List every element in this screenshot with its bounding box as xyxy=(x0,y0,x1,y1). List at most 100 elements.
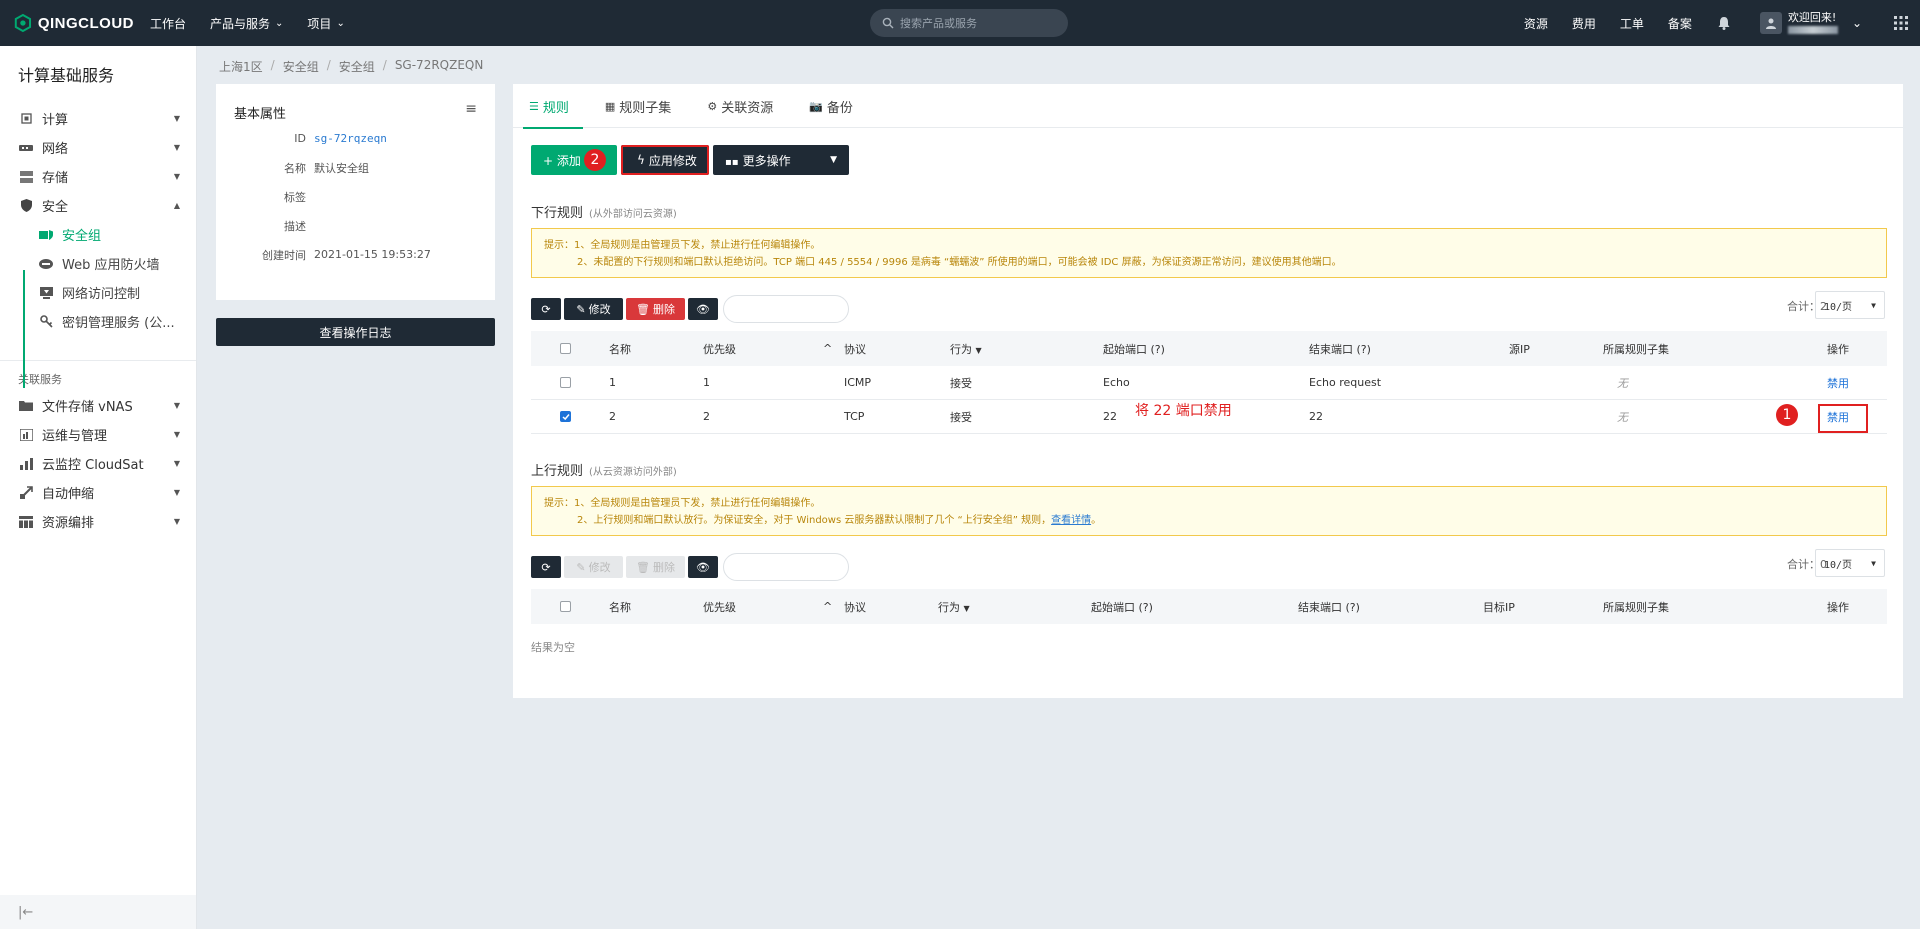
breadcrumb: 上海1区 / 安全组 / 安全组 / SG-72RQZEQN xyxy=(219,58,484,75)
toggle-columns-button[interactable]: 👁 xyxy=(688,298,718,320)
toggle-columns-button[interactable]: 👁 xyxy=(688,556,718,578)
step-badge-2: 2 xyxy=(584,149,606,171)
breadcrumb-security-group-2[interactable]: 安全组 xyxy=(339,58,375,75)
field-description: 描述 xyxy=(284,219,306,233)
more-actions-dropdown[interactable]: ▪▪ 更多操作 ▼ xyxy=(713,145,849,175)
tab-backup[interactable]: 📷 备份 xyxy=(809,84,853,128)
logo[interactable]: QINGCLOUD xyxy=(14,13,134,33)
tab-rules[interactable]: ☰ 规则 xyxy=(523,84,583,129)
sidebar-item-network-acl[interactable]: 网络访问控制 xyxy=(0,278,196,307)
add-rule-button[interactable]: + 添加 2 xyxy=(531,145,617,175)
caret-down-icon: ▼ xyxy=(173,459,180,468)
nav-products[interactable]: 产品与服务 ⌄ xyxy=(210,15,283,32)
empty-result-text: 结果为空 xyxy=(531,641,575,654)
sidebar-item-security[interactable]: 安全 ▲ xyxy=(0,191,196,220)
cpu-icon xyxy=(18,112,34,126)
user-menu[interactable]: 欢迎回来! ⌄ xyxy=(1759,11,1862,34)
tab-rule-subsets[interactable]: ▦ 规则子集 xyxy=(605,84,671,128)
sidebar-item-vnas[interactable]: 文件存储 vNAS ▼ xyxy=(0,391,196,420)
breadcrumb-zone[interactable]: 上海1区 xyxy=(219,58,263,75)
table-row[interactable]: 1 1 ICMP 接受 Echo Echo request 无 禁用 xyxy=(531,366,1887,400)
welcome-text: 欢迎回来! xyxy=(1787,11,1837,24)
trash-icon: 🗑 xyxy=(636,302,650,316)
collapse-sidebar-button[interactable]: |← xyxy=(0,895,196,929)
sidebar-item-autoscale[interactable]: 自动伸缩 ▼ xyxy=(0,478,196,507)
eye-icon: 👁 xyxy=(696,560,710,574)
delete-button[interactable]: 🗑 删除 xyxy=(626,298,685,320)
view-operation-log-button[interactable]: 查看操作日志 xyxy=(216,318,495,346)
nav-projects[interactable]: 项目 ⌄ xyxy=(307,15,344,32)
caret-down-icon: ▼ xyxy=(963,603,970,613)
field-tags: 标签 xyxy=(284,190,306,204)
firewall-icon xyxy=(38,257,54,271)
hamburger-menu-icon[interactable]: ≡ xyxy=(465,101,477,117)
link-tickets[interactable]: 工单 xyxy=(1620,15,1644,32)
tab-related-resources[interactable]: ⚙ 关联资源 xyxy=(707,84,773,128)
sidebar-item-network[interactable]: 网络 ▼ xyxy=(0,133,196,162)
refresh-button[interactable]: ⟳ xyxy=(531,298,561,320)
row-checkbox[interactable] xyxy=(560,377,571,388)
field-name: 名称 默认安全组 xyxy=(284,161,369,175)
sidebar-item-cloudsat[interactable]: 云监控 CloudSat ▼ xyxy=(0,449,196,478)
upstream-notice: 提示：1、全局规则是由管理员下发，禁止进行任何编辑操作。 2、上行规则和端口默认… xyxy=(531,486,1887,536)
page-size-select[interactable]: 10/页 ▼ xyxy=(1815,291,1885,319)
tab-bar: ☰ 规则 ▦ 规则子集 ⚙ 关联资源 📷 备份 xyxy=(513,84,1903,129)
upstream-toolbar: ⟳ ✎ 修改 🗑 删除 👁 xyxy=(531,553,849,581)
caret-down-icon: ▼ xyxy=(173,114,180,123)
filter-input[interactable] xyxy=(723,295,849,323)
caret-down-icon: ▼ xyxy=(173,488,180,497)
caret-down-icon: ▼ xyxy=(830,155,837,165)
filter-input[interactable] xyxy=(723,553,849,581)
chevron-down-icon: ⌄ xyxy=(275,17,284,29)
col-action[interactable]: 行为 ▼ xyxy=(938,599,970,615)
table-header: 名称 优先级 ^ 协议 行为 ▼ 起始端口 (?) 结束端口 (?) 源IP 所… xyxy=(531,331,1887,366)
sidebar-item-waf[interactable]: Web 应用防火墙 xyxy=(0,249,196,278)
sidebar-item-ops[interactable]: 运维与管理 ▼ xyxy=(0,420,196,449)
global-search[interactable] xyxy=(870,9,1068,37)
sidebar-item-orchestration[interactable]: 资源编排 ▼ xyxy=(0,507,196,536)
list-icon: ☰ xyxy=(529,99,539,113)
bell-icon[interactable] xyxy=(1716,15,1732,31)
table-header: 名称 优先级 ^ 协议 行为 ▼ 起始端口 (?) 结束端口 (?) 目标IP … xyxy=(531,589,1887,624)
sidebar-item-security-group[interactable]: 安全组 xyxy=(0,220,196,249)
link-billing[interactable]: 费用 xyxy=(1572,15,1596,32)
downstream-notice: 提示：1、全局规则是由管理员下发，禁止进行任何编辑操作。 2、未配置的下行规则和… xyxy=(531,228,1887,278)
caret-down-icon: ▼ xyxy=(975,345,982,355)
edit-button[interactable]: ✎ 修改 xyxy=(564,298,623,320)
select-all-checkbox[interactable] xyxy=(560,601,571,612)
refresh-button[interactable]: ⟳ xyxy=(531,556,561,578)
sidebar: 计算基础服务 计算 ▼ 网络 ▼ 存储 ▼ 安全 ▲ 安全组 Web 应用防火墙 网络访… xyxy=(0,46,197,929)
collapse-icon: |← xyxy=(18,904,34,920)
disable-rule-link[interactable]: 禁用 xyxy=(1827,375,1849,391)
refresh-icon: ⟳ xyxy=(541,302,551,316)
grid-small-icon: ▪▪ xyxy=(725,156,739,168)
page-size-select[interactable]: 10/页 ▼ xyxy=(1815,549,1885,577)
sidebar-item-compute[interactable]: 计算 ▼ xyxy=(0,104,196,133)
delete-button-disabled[interactable]: 🗑 删除 xyxy=(626,556,685,578)
edit-button-disabled[interactable]: ✎ 修改 xyxy=(564,556,623,578)
sidebar-item-storage[interactable]: 存储 ▼ xyxy=(0,162,196,191)
camera-icon: 📷 xyxy=(809,99,823,113)
app-grid-icon[interactable] xyxy=(1894,16,1908,30)
network-icon xyxy=(18,141,34,155)
pencil-icon: ✎ xyxy=(576,560,586,574)
breadcrumb-security-group[interactable]: 安全组 xyxy=(283,58,319,75)
trash-icon: 🗑 xyxy=(636,560,650,574)
nav-workbench[interactable]: 工作台 xyxy=(150,15,186,32)
sort-icon[interactable]: ^ xyxy=(823,600,832,613)
search-input[interactable] xyxy=(900,16,1060,30)
sidebar-title: 计算基础服务 xyxy=(18,66,115,85)
shield-icon xyxy=(18,199,34,213)
link-resources[interactable]: 资源 xyxy=(1524,15,1548,32)
apply-changes-button[interactable]: ϟ 应用修改 xyxy=(621,145,709,175)
link-filing[interactable]: 备案 xyxy=(1668,15,1692,32)
select-all-checkbox[interactable] xyxy=(560,343,571,354)
sidebar-item-kms[interactable]: 密钥管理服务 (公... xyxy=(0,307,196,336)
row-checkbox-checked[interactable] xyxy=(560,411,571,422)
col-action[interactable]: 行为 ▼ xyxy=(950,341,982,357)
sort-icon[interactable]: ^ xyxy=(823,342,832,355)
ops-icon xyxy=(18,428,34,442)
autoscale-icon xyxy=(18,486,34,500)
view-details-link[interactable]: 查看详情 xyxy=(1051,515,1091,526)
field-created-time: 创建时间 2021-01-15 19:53:27 xyxy=(262,248,431,262)
